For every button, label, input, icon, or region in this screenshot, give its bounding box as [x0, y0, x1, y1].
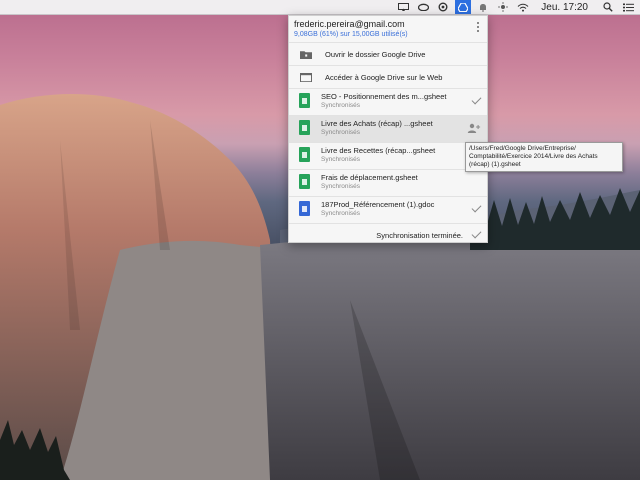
file-item[interactable]: 187Prod_Référencement (1).gdoc Synchroni… [289, 196, 487, 223]
tooltip-line: (récap) (1).gsheet [469, 161, 521, 168]
sync-icon[interactable] [435, 0, 451, 14]
file-status: Synchronisés [321, 156, 361, 163]
file-status: Synchronisés [321, 210, 361, 217]
google-drive-icon[interactable] [455, 0, 472, 14]
account-email: frederic.pereira@gmail.com [294, 19, 405, 29]
synced-check-icon [471, 202, 482, 213]
wifi-icon[interactable] [515, 0, 531, 14]
notification-center-icon[interactable] [620, 0, 636, 14]
synced-check-icon [471, 94, 482, 105]
menu-bar: Jeu. 17:20 [0, 0, 640, 15]
spotlight-icon[interactable] [600, 0, 616, 14]
web-icon [300, 72, 312, 82]
sync-complete-check-icon [471, 228, 482, 239]
file-item[interactable]: Livre des Recettes (récap...gsheet Synch… [289, 142, 487, 169]
google-drive-popup: frederic.pereira@gmail.com 9,08GB (61%) … [288, 15, 488, 243]
screen-mirroring-icon[interactable] [395, 0, 411, 14]
share-person-icon[interactable] [467, 123, 481, 133]
sync-status-text: Synchronisation terminée. [376, 231, 463, 240]
drive-header: frederic.pereira@gmail.com 9,08GB (61%) … [289, 16, 487, 42]
tooltip-line: Comptabilité/Exercice 2014/Livre des Ach… [469, 153, 598, 160]
file-item[interactable]: Frais de déplacement.gsheet Synchronisés [289, 169, 487, 196]
gdoc-file-icon [299, 201, 310, 216]
file-status: Synchronisés [321, 102, 361, 109]
open-drive-web-label: Accéder à Google Drive sur le Web [325, 72, 443, 82]
open-drive-folder-action[interactable]: Ouvrir le dossier Google Drive [289, 42, 487, 65]
file-status: Synchronisés [321, 129, 361, 136]
file-name: Frais de déplacement.gsheet [321, 173, 418, 182]
open-drive-web-action[interactable]: Accéder à Google Drive sur le Web [289, 65, 487, 88]
file-status: Synchronisés [321, 183, 361, 190]
open-drive-folder-label: Ouvrir le dossier Google Drive [325, 49, 426, 59]
gsheet-file-icon [299, 147, 310, 162]
file-name: 187Prod_Référencement (1).gdoc [321, 200, 435, 209]
file-item[interactable]: SEO - Positionnement des m...gsheet Sync… [289, 88, 487, 115]
file-item[interactable]: Livre des Achats (récap) ...gsheet Synch… [289, 115, 487, 142]
flux-icon[interactable] [495, 0, 511, 14]
folder-icon [300, 50, 312, 59]
gsheet-file-icon [299, 93, 310, 108]
gsheet-file-icon [299, 120, 310, 135]
file-name: SEO - Positionnement des m...gsheet [321, 92, 447, 101]
more-options-icon[interactable] [477, 22, 480, 34]
gsheet-file-icon [299, 174, 310, 189]
notifications-icon[interactable] [475, 0, 491, 14]
file-name: Livre des Recettes (récap...gsheet [321, 146, 436, 155]
file-path-tooltip: /Users/Fred/Google Drive/Entreprise/ Com… [465, 142, 623, 172]
creative-cloud-icon[interactable] [415, 0, 431, 14]
tooltip-line: /Users/Fred/Google Drive/Entreprise/ [469, 145, 576, 152]
sync-status-bar: Synchronisation terminée. [289, 223, 487, 246]
clock[interactable]: Jeu. 17:20 [541, 2, 588, 13]
file-name: Livre des Achats (récap) ...gsheet [321, 119, 433, 128]
storage-quota[interactable]: 9,08GB (61%) sur 15,00GB utilisé(s) [294, 31, 481, 38]
